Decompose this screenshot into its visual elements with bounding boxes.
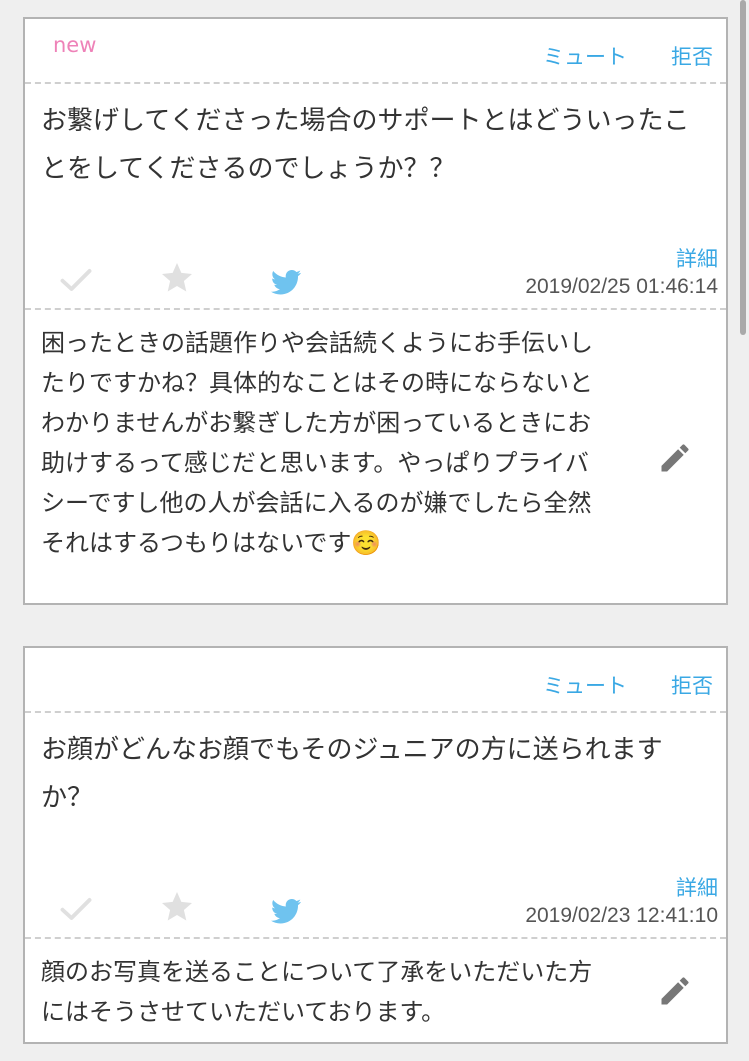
divider [25,711,726,713]
detail-link[interactable]: 詳細 [676,243,718,273]
timestamp: 2019/02/23 12:41:10 [525,904,718,927]
smile-emoji: ☺️ [351,529,382,557]
check-icon[interactable] [58,891,94,927]
twitter-icon[interactable] [268,893,304,929]
answer-body: 困ったときの話題作りや会話続くようにお手伝いしたりですかね？具体的なことはその時… [41,329,593,557]
question-text: お繋げしてくださった場合のサポートとはどういったことをしてくださるのでしょうか？… [41,106,690,184]
reject-button[interactable]: 拒否 [671,670,713,700]
timestamp: 2019/02/25 01:46:14 [525,275,718,298]
question-text: お顔がどんなお顔でもそのジュニアの方に送られますか？ [41,735,663,813]
star-icon[interactable] [159,260,195,296]
pencil-icon[interactable] [657,973,693,1009]
check-icon[interactable] [58,262,94,298]
question-card: ミュート 拒否 お顔がどんなお顔でもそのジュニアの方に送られますか？ 詳細 20… [23,646,728,1044]
detail-link[interactable]: 詳細 [676,872,718,902]
twitter-icon[interactable] [268,264,304,300]
answer-text: 困ったときの話題作りや会話続くようにお手伝いしたりですかね？具体的なことはその時… [41,323,611,563]
divider [25,82,726,84]
answer-text: 顔のお写真を送ることについて了承をいただいた方にはそうさせていただいております。 [41,958,593,1026]
question-card: new ミュート 拒否 お繋げしてくださった場合のサポートとはどういったことをし… [23,17,728,605]
reject-button[interactable]: 拒否 [671,41,713,71]
divider [25,937,726,939]
mute-button[interactable]: ミュート [543,670,627,700]
star-icon[interactable] [159,889,195,925]
divider [25,308,726,310]
mute-button[interactable]: ミュート [543,41,627,71]
new-badge: new [53,33,97,57]
pencil-icon[interactable] [657,440,693,476]
scrollbar[interactable] [740,0,746,335]
